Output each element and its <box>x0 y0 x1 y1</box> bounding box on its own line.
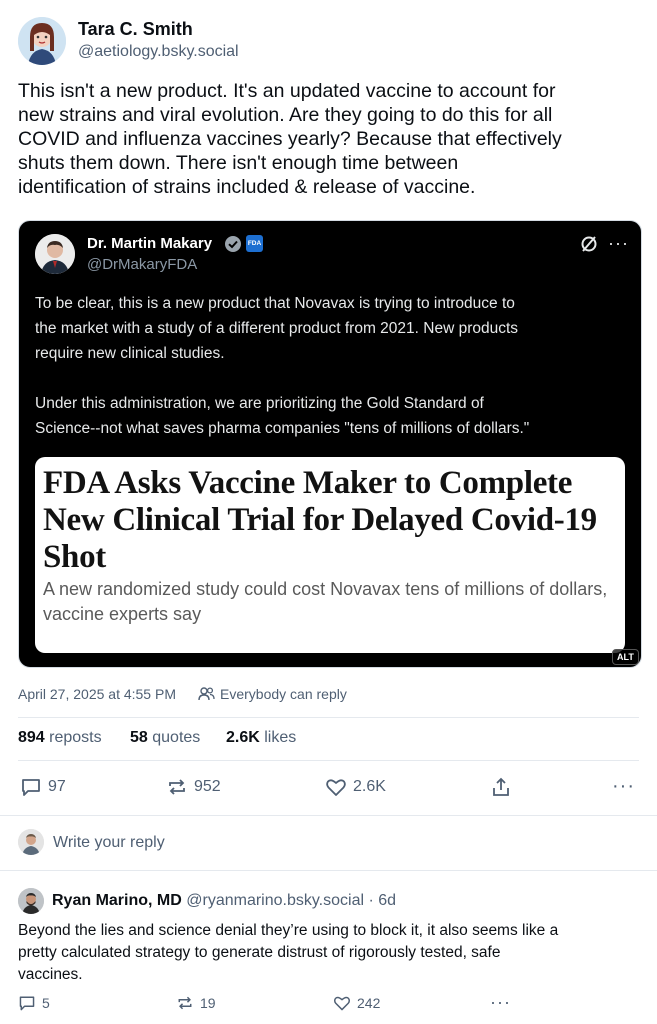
reposts-stat[interactable]: 894 reposts <box>18 729 102 747</box>
post-text-line: identification of strains included & rel… <box>18 176 476 198</box>
embed-avatar <box>35 234 75 274</box>
people-icon <box>198 686 215 706</box>
post-text-line: shuts them down. There isn't enough time… <box>18 152 459 174</box>
author-avatar[interactable] <box>18 17 66 65</box>
post-text-line: COVID and influenza vaccines yearly? Bec… <box>18 128 562 150</box>
divider <box>0 815 657 816</box>
fda-badge: FDA <box>246 235 263 252</box>
reply-like-count: 242 <box>357 995 381 1011</box>
reply-button[interactable]: 97 <box>20 776 66 798</box>
verified-icon <box>224 235 242 258</box>
reply-more-icon[interactable]: ··· <box>490 992 511 1013</box>
reply-text-line: pretty calculated strategy to generate d… <box>18 944 501 961</box>
reply-input[interactable]: Write your reply <box>53 834 165 852</box>
quotes-count: 58 <box>130 729 148 746</box>
reply-text-line: Beyond the lies and science denial they’… <box>18 922 559 939</box>
dek-line: A new randomized study could cost Novava… <box>43 579 608 599</box>
reply-author-name[interactable]: Ryan Marino, MD <box>52 892 182 909</box>
reply-repost-count: 19 <box>200 995 216 1011</box>
reply-like-button[interactable]: 242 <box>333 994 380 1012</box>
more-icon[interactable]: ··· <box>612 775 635 798</box>
likes-stat[interactable]: 2.6K likes <box>226 729 296 747</box>
reply-icon <box>22 779 40 796</box>
repost-icon <box>178 996 192 1010</box>
embed-author-name: Dr. Martin Makary <box>87 235 213 252</box>
like-button[interactable]: 2.6K <box>325 776 386 798</box>
reply-count: 97 <box>48 778 66 795</box>
post-text-line: new strains and viral evolution. Are the… <box>18 104 553 126</box>
dek-line: vaccine experts say <box>43 604 202 624</box>
embed-more-icon: ··· <box>608 233 629 253</box>
reply-text: Beyond the lies and science denial they’… <box>18 920 648 986</box>
quotes-label: quotes <box>152 729 201 746</box>
like-icon <box>326 779 346 796</box>
composer-avatar <box>18 829 44 855</box>
post-text: This isn't a new product. It's an update… <box>18 79 643 199</box>
reposts-count: 894 <box>18 729 45 746</box>
mute-icon <box>579 234 599 259</box>
share-icon <box>493 777 509 796</box>
divider <box>0 870 657 871</box>
likes-count: 2.6K <box>226 729 260 746</box>
embed-text-line: To be clear, this is a new product that … <box>35 295 515 312</box>
likes-label: likes <box>264 729 297 746</box>
reply-header: Ryan Marino, MD @ryanmarino.bsky.social … <box>52 892 396 910</box>
repost-count: 952 <box>194 778 221 795</box>
reply-repost-button[interactable]: 19 <box>176 994 216 1012</box>
reply-age: · 6d <box>368 892 397 909</box>
embedded-image[interactable]: Dr. Martin Makary FDA @DrMakaryFDA ··· T… <box>18 220 642 668</box>
author-handle[interactable]: @aetiology.bsky.social <box>78 43 239 61</box>
embed-paragraph-2: Under this administration, we are priori… <box>35 391 631 441</box>
embed-paragraph-1: To be clear, this is a new product that … <box>35 291 631 366</box>
divider <box>18 760 639 761</box>
post-text-line: This isn't a new product. It's an update… <box>18 80 556 102</box>
embed-text-line: the market with a study of a different p… <box>35 320 519 337</box>
alt-badge[interactable]: ALT <box>612 649 639 665</box>
alt-badge-text: ALT <box>617 652 634 662</box>
embed-author-handle: @DrMakaryFDA <box>87 256 198 273</box>
reply-icon <box>19 996 35 1011</box>
article-headline: FDA Asks Vaccine Maker to Complete New C… <box>43 465 619 576</box>
article-dek: A new randomized study could cost Novava… <box>43 577 623 627</box>
reply-reply-count: 5 <box>42 995 50 1011</box>
article-card: FDA Asks Vaccine Maker to Complete New C… <box>35 457 625 653</box>
fda-badge-text: FDA <box>247 240 262 247</box>
reply-reply-button[interactable]: 5 <box>18 994 50 1012</box>
headline-line: New Clinical Trial for Delayed Covid-19 <box>43 502 597 538</box>
embed-text-line: require new clinical studies. <box>35 345 225 362</box>
repost-icon <box>169 779 185 795</box>
reply-setting: Everybody can reply <box>220 686 347 702</box>
reply-author-handle[interactable]: @ryanmarino.bsky.social <box>186 892 364 909</box>
headline-line: Shot <box>43 539 106 575</box>
author-name[interactable]: Tara C. Smith <box>78 19 193 40</box>
like-icon <box>334 996 350 1011</box>
like-count: 2.6K <box>353 778 386 795</box>
post-timestamp[interactable]: April 27, 2025 at 4:55 PM <box>18 686 176 702</box>
repost-button[interactable]: 952 <box>166 776 221 798</box>
reply-author-avatar[interactable] <box>18 888 44 914</box>
share-button[interactable] <box>490 776 512 798</box>
reposts-label: reposts <box>49 729 102 746</box>
headline-line: FDA Asks Vaccine Maker to Complete <box>43 465 573 501</box>
embed-text-line: Under this administration, we are priori… <box>35 395 484 412</box>
quotes-stat[interactable]: 58 quotes <box>130 729 200 747</box>
divider <box>18 717 639 718</box>
embed-text-line: Science--not what saves pharma companies… <box>35 420 530 437</box>
reply-text-line: vaccines. <box>18 966 83 983</box>
